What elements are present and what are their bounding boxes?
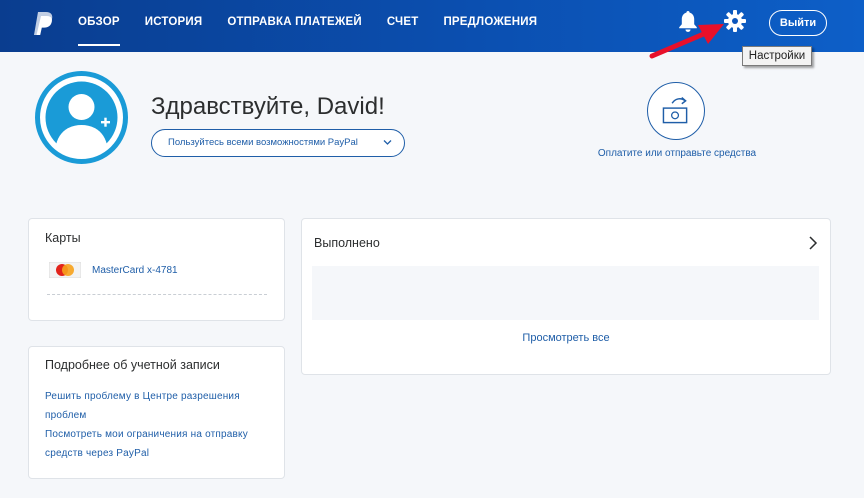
logout-button[interactable]: Выйти — [769, 10, 827, 36]
top-navigation-bar: ОБЗОР ИСТОРИЯ ОТПРАВКА ПЛАТЕЖЕЙ СЧЕТ ПРЕ… — [0, 0, 864, 52]
chevron-right-icon[interactable] — [808, 236, 818, 250]
nav-history[interactable]: ИСТОРИЯ — [145, 0, 203, 52]
greeting-heading: Здравствуйте, David! — [151, 93, 385, 120]
mastercard-icon — [49, 262, 81, 278]
completed-title[interactable]: Выполнено — [314, 236, 380, 250]
use-all-features-button[interactable]: Пользуйтесь всеми возможностями PayPal — [151, 129, 405, 157]
sending-limits-link[interactable]: Посмотреть мои ограничения на отправку — [45, 429, 248, 440]
avatar-add-icon[interactable] — [35, 71, 128, 164]
paypal-logo-icon[interactable] — [33, 11, 55, 37]
cards-title: Карты — [45, 231, 81, 245]
completed-activity-panel: Выполнено Просмотреть все — [301, 218, 831, 375]
cards-panel: Карты MasterCard x-4781 — [28, 218, 285, 321]
account-details-panel: Подробнее об учетной записи Решить пробл… — [28, 346, 285, 479]
send-money-button[interactable] — [647, 82, 705, 140]
settings-tooltip: Настройки — [742, 46, 812, 66]
resolution-center-link-cont[interactable]: проблем — [45, 410, 87, 421]
mastercard-link[interactable]: MasterCard x-4781 — [92, 265, 178, 276]
activity-list-empty — [312, 266, 819, 320]
view-all-link[interactable]: Просмотреть все — [302, 332, 830, 344]
send-money-icon — [662, 96, 688, 124]
cards-divider — [47, 294, 267, 295]
account-details-title: Подробнее об учетной записи — [45, 358, 220, 372]
main-nav: ОБЗОР ИСТОРИЯ ОТПРАВКА ПЛАТЕЖЕЙ СЧЕТ ПРЕ… — [78, 0, 562, 52]
nav-account[interactable]: СЧЕТ — [387, 0, 419, 52]
nav-send-payments[interactable]: ОТПРАВКА ПЛАТЕЖЕЙ — [227, 0, 362, 52]
send-money-link[interactable]: Оплатите или отправьте средства — [589, 148, 765, 159]
sending-limits-link-cont[interactable]: средств через PayPal — [45, 448, 149, 459]
chevron-down-icon — [383, 140, 392, 145]
nav-overview[interactable]: ОБЗОР — [78, 0, 120, 52]
nav-offers[interactable]: ПРЕДЛОЖЕНИЯ — [443, 0, 537, 52]
use-all-features-label: Пользуйтесь всеми возможностями PayPal — [168, 137, 358, 148]
resolution-center-link[interactable]: Решить проблему в Центре разрешения — [45, 391, 240, 402]
annotation-arrow-icon — [649, 24, 724, 59]
